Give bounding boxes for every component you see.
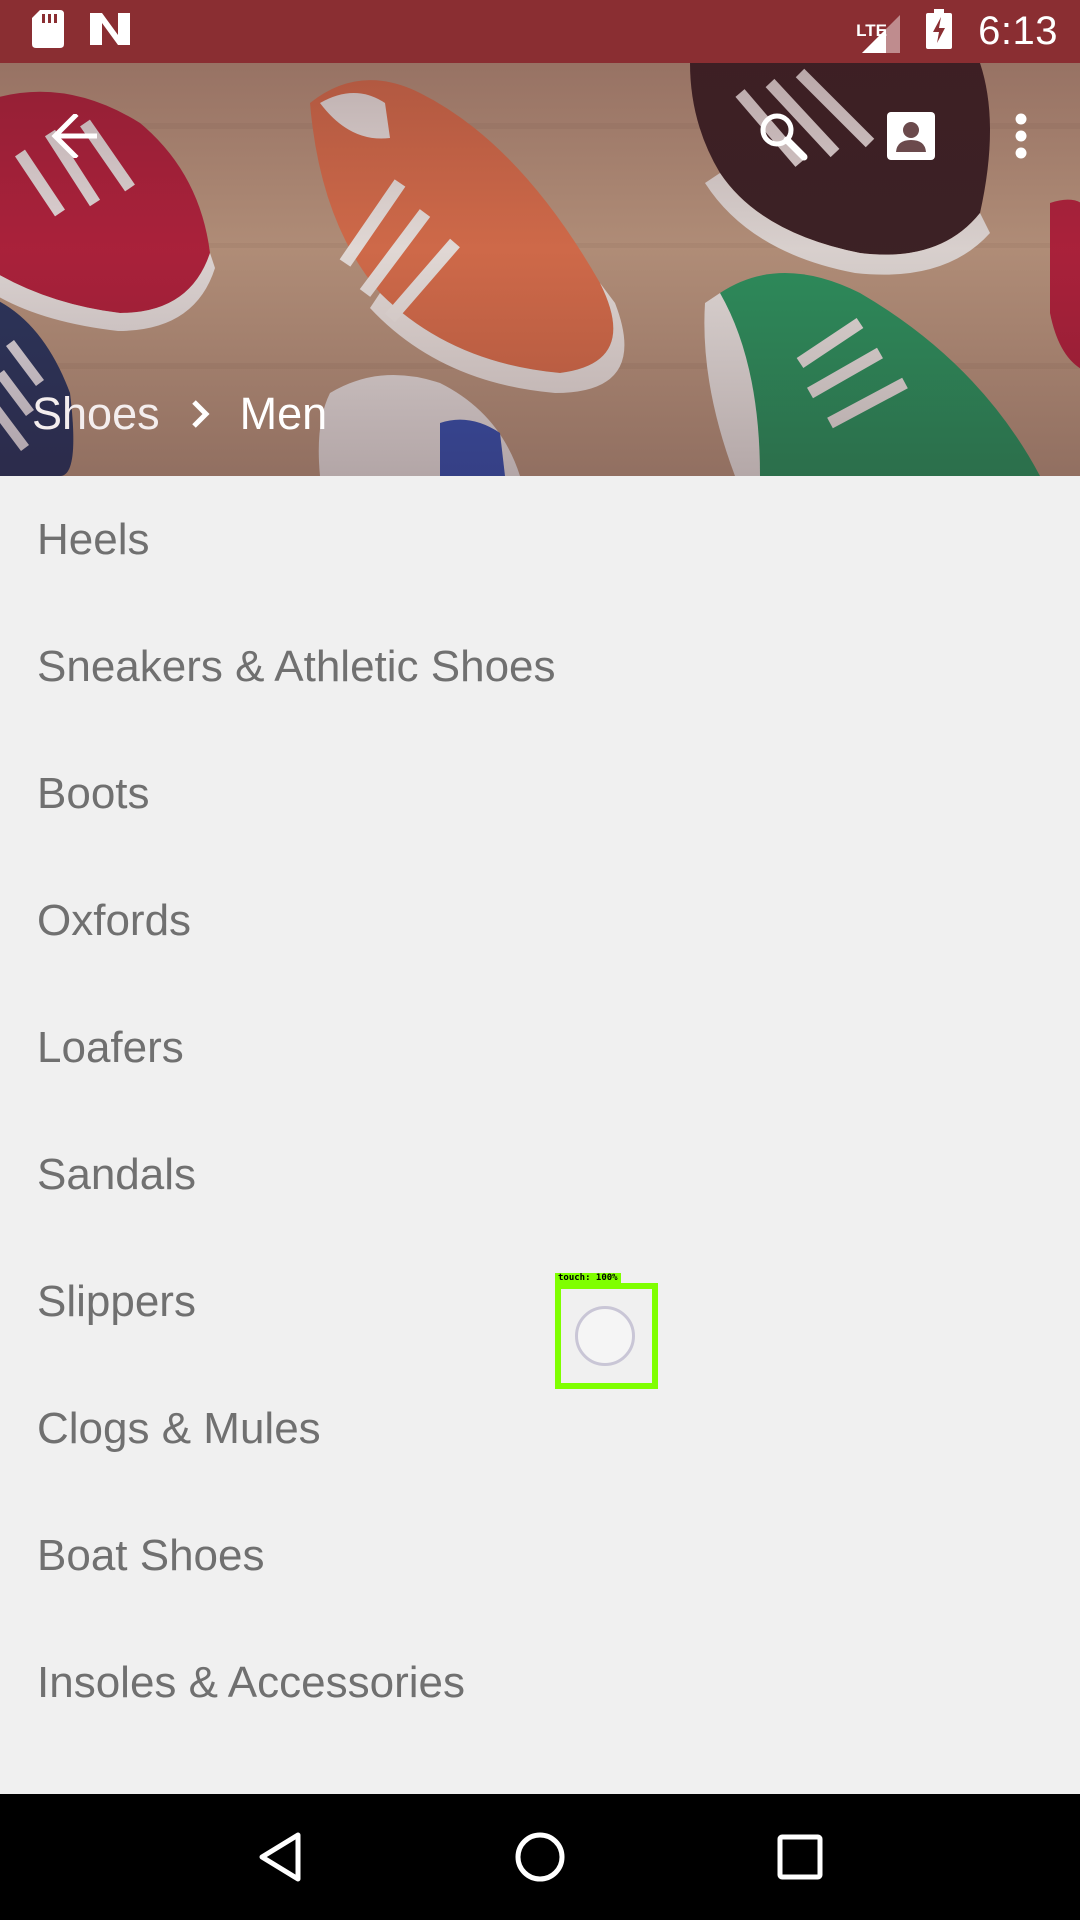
more-options-button[interactable] <box>986 101 1056 171</box>
account-button[interactable] <box>876 101 946 171</box>
status-left <box>32 10 130 53</box>
more-vert-icon <box>1015 113 1027 159</box>
back-arrow-icon <box>51 114 97 158</box>
nav-back-button[interactable] <box>235 1812 325 1902</box>
screen: LTE 6:13 Shoes Men Heels Sneakers & Athl… <box>0 0 1080 1920</box>
navigation-bar <box>0 1794 1080 1920</box>
category-list: Heels Sneakers & Athletic Shoes Boots Ox… <box>0 476 1080 1794</box>
list-item[interactable]: Boat Shoes <box>0 1492 1080 1619</box>
search-button[interactable] <box>748 101 818 171</box>
header-banner: Shoes Men <box>0 63 1080 476</box>
status-time: 6:13 <box>978 9 1058 53</box>
status-right: LTE 6:13 <box>856 9 1058 54</box>
back-triangle-icon <box>259 1832 301 1882</box>
list-item[interactable]: Sneakers & Athletic Shoes <box>0 603 1080 730</box>
back-button[interactable] <box>40 101 110 171</box>
list-item[interactable]: Sandals <box>0 1111 1080 1238</box>
chevron-right-icon <box>191 400 210 428</box>
recents-square-icon <box>777 1834 823 1880</box>
battery-charging-icon <box>926 9 953 54</box>
nav-recents-button[interactable] <box>755 1812 845 1902</box>
list-item[interactable]: Slippers <box>0 1238 1080 1365</box>
sd-card-icon <box>32 10 64 53</box>
breadcrumb: Shoes Men <box>32 388 327 440</box>
account-box-icon <box>887 112 935 160</box>
list-item[interactable]: Heels <box>0 476 1080 603</box>
list-item[interactable]: Clogs & Mules <box>0 1365 1080 1492</box>
list-item[interactable]: Boots <box>0 730 1080 857</box>
touch-point-indicator <box>575 1306 635 1366</box>
status-bar: LTE 6:13 <box>0 0 1080 63</box>
lte-signal-icon: LTE <box>856 11 901 53</box>
list-item[interactable]: Oxfords <box>0 857 1080 984</box>
notification-n-icon <box>90 13 130 50</box>
breadcrumb-parent[interactable]: Shoes <box>32 388 160 440</box>
breadcrumb-current: Men <box>239 388 328 439</box>
nav-home-button[interactable] <box>495 1812 585 1902</box>
list-item[interactable]: Insoles & Accessories <box>0 1619 1080 1746</box>
list-item[interactable]: Loafers <box>0 984 1080 1111</box>
home-circle-icon <box>515 1832 565 1882</box>
search-icon <box>760 113 808 161</box>
